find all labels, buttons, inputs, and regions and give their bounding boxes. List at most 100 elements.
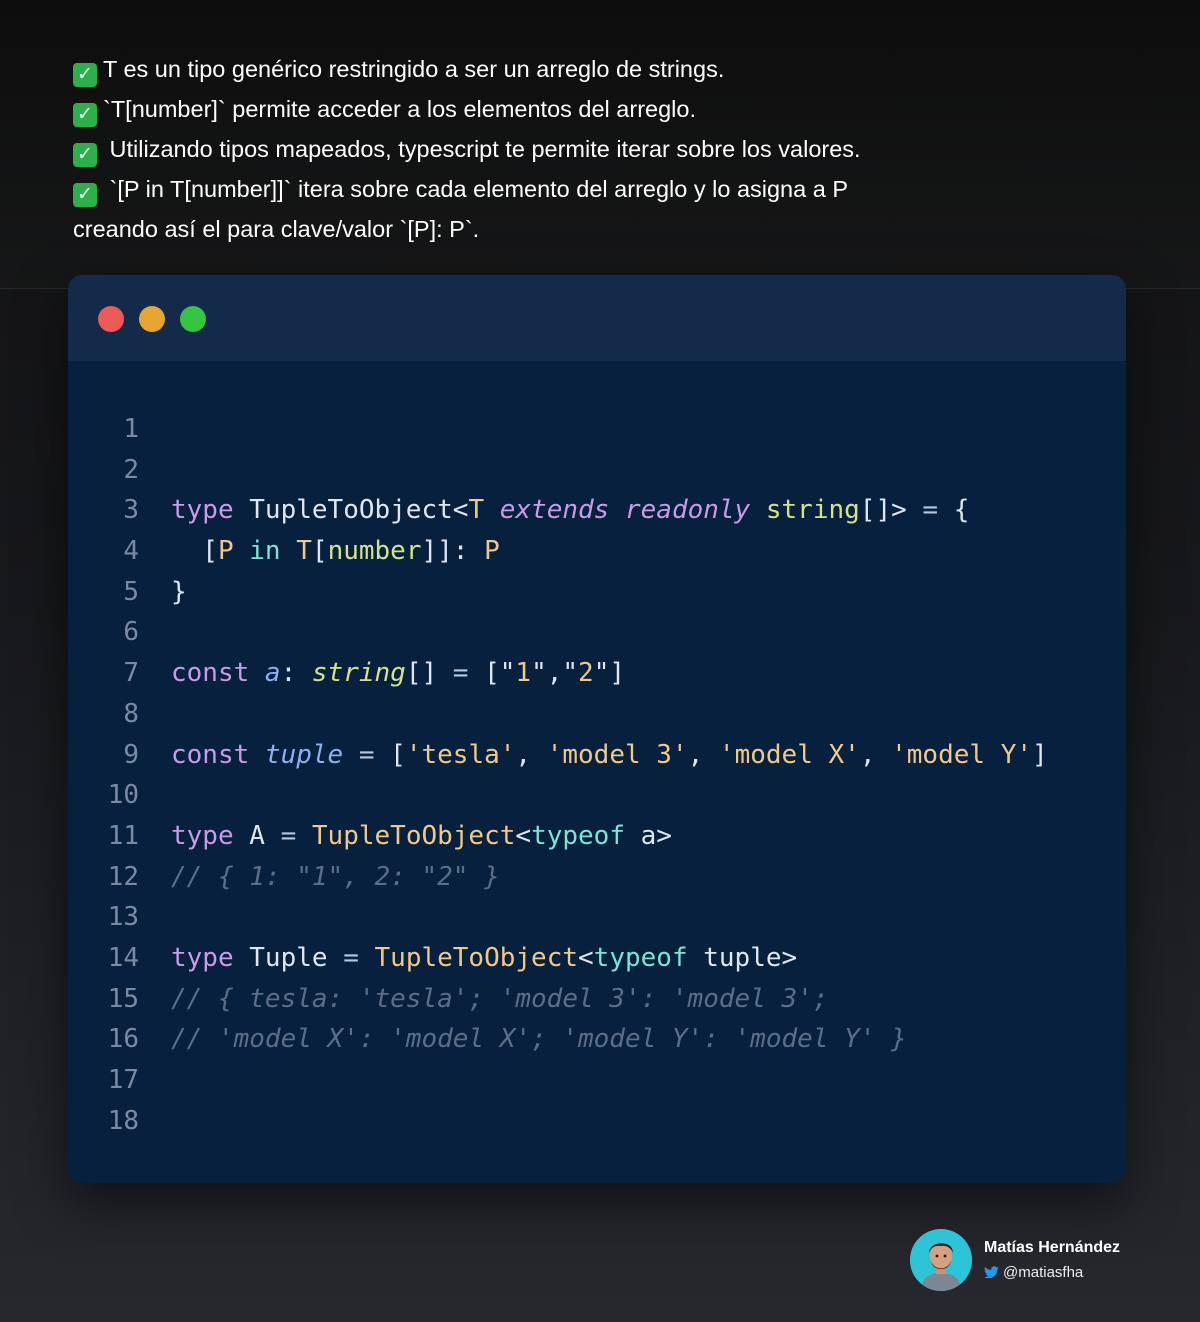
code-token: number [327,536,422,567]
code-token: P [217,536,234,567]
author-handle-row[interactable]: @matiasfha [984,1264,1083,1281]
code-token: 1 [515,658,532,689]
code-token: []> [859,495,923,526]
description-line: ✓ Utilizando tipos mapeados, typescript … [73,129,1123,169]
check-mark-icon: ✓ [73,103,97,127]
code-token: = [452,658,469,689]
code-token: = [343,942,359,973]
code-token: typeof [593,942,688,973]
code-token: const [171,658,250,689]
code-token: < [515,820,532,851]
code-token: [ [374,739,406,770]
line-number: 15 [107,983,139,1014]
line-number: 10 [107,780,139,811]
code-token: , [859,739,892,770]
code-line: 16 // 'model X': 'model X'; 'model Y': 'm… [68,1019,1126,1060]
code-token: readonly [609,495,751,526]
line-number: 17 [107,1065,139,1095]
code-token: 'model 3' [546,739,688,770]
code-token: tuple [249,739,344,770]
description-text: `T[number]` permite acceder a los elemen… [103,96,696,122]
author-card: Matías Hernández @matiasfha [910,1229,1150,1291]
code-token: P [484,536,500,567]
line-number: 6 [123,617,139,648]
line-number: 1 [123,414,139,444]
code-token: 'tesla' [405,739,516,770]
avatar-portrait-icon [910,1229,972,1291]
line-code: const a: string[] = ["1","2"] [171,653,625,694]
code-token: = [343,739,375,770]
code-line: 4 [P in T[number]]: P [68,531,1126,572]
line-number: 5 [123,576,139,607]
code-line: 12 // { 1: "1", 2: "2" } [68,857,1126,898]
code-line: 17 [68,1060,1126,1101]
line-code: [P in T[number]]: P [171,531,500,572]
code-line: 18 [68,1101,1126,1142]
code-line: 10 [68,775,1126,816]
line-number: 18 [107,1105,139,1136]
check-mark-icon: ✓ [73,63,97,87]
line-number: 4 [123,536,139,567]
line-number: 3 [123,495,139,526]
avatar [910,1229,972,1291]
description-line: ✓ `[P in T[number]]` itera sobre cada el… [73,169,1123,209]
code-token: { [938,495,970,526]
check-mark-icon: ✓ [73,143,97,167]
code-line: 15 // { tesla: 'tesla'; 'model 3': 'model… [68,979,1126,1020]
code-token: a> [624,820,672,851]
code-token: TupleToObject [296,820,516,851]
code-token: // { 1: "1", 2: "2" } [171,861,500,892]
line-code: type TupleToObject<T extends readonly st… [171,490,969,531]
author-name: Matías Hernández [984,1239,1121,1256]
description-text: Utilizando tipos mapeados, typescript te… [103,136,861,162]
code-token: 'model Y' [891,739,1033,770]
code-token: typeof [531,820,625,851]
code-token: [ [311,536,328,567]
code-token: const [171,739,250,770]
line-number: 9 [123,739,139,770]
code-token: A [233,820,281,851]
code-token: in [233,536,281,567]
code-token: < [578,942,594,973]
maximize-dot[interactable] [180,306,206,332]
code-token: , [687,739,719,770]
code-token: // 'model X': 'model X'; 'model Y': 'mod… [171,1024,907,1055]
code-line: 9 const tuple = ['tesla', 'model 3', 'mod… [68,735,1126,776]
code-token: = [280,820,297,851]
code-line: 6 [68,612,1126,653]
line-number: 12 [107,861,139,892]
code-token: // { tesla: 'tesla'; 'model 3': 'model 3… [171,983,829,1014]
code-line: 7 const a: string[] = ["1","2"] [68,653,1126,694]
code-token: ] [1032,739,1048,770]
description-line: creando así el para clave/valor `[P]: P`… [73,209,1123,249]
code-editor: 1 2 3 type TupleToObject<T extends readonly… [68,409,1126,1141]
line-number: 14 [107,942,139,973]
close-dot[interactable] [98,306,124,332]
code-line: 3 type TupleToObject<T extends readonly s… [68,490,1126,531]
twitter-bird-icon [984,1266,999,1279]
line-code: // { tesla: 'tesla'; 'model 3': 'model 3… [171,979,828,1020]
code-token: type [171,820,234,851]
description-text: `[P in T[number]]` itera sobre cada elem… [103,176,849,202]
minimize-dot[interactable] [139,306,165,332]
code-token: extends [484,495,610,526]
code-token: , [515,739,547,770]
code-token: type [171,495,234,526]
line-number: 8 [123,698,139,729]
description-text: creando así el para clave/valor `[P]: P`… [73,216,480,242]
code-token: 2 [578,658,594,689]
code-token: "," [531,658,579,689]
code-token: string [750,495,860,526]
code-token: T [468,495,485,526]
line-code: type Tuple = TupleToObject<typeof tuple> [171,938,797,979]
window-title-bar [68,275,1126,361]
code-line: 8 [68,694,1126,735]
description-line: ✓ T es un tipo genérico restringido a ser… [73,49,1123,89]
code-line: 2 [68,450,1126,491]
code-token: TupleToObject< [233,495,469,526]
code-window: 1 2 3 type TupleToObject<T extends readonly… [68,275,1126,1183]
line-number: 7 [123,658,139,689]
code-line: 13 [68,897,1126,938]
code-line: 11 type A = TupleToObject<typeof a> [68,816,1126,857]
code-line: 14 type Tuple = TupleToObject<typeof tupl… [68,938,1126,979]
